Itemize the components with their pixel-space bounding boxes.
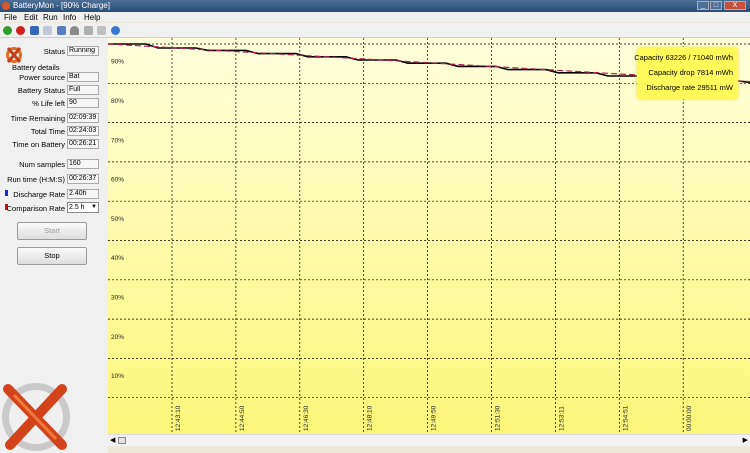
scroll-left-icon[interactable]: ◀ bbox=[110, 436, 115, 444]
x-tick-label: 12:51:30 bbox=[495, 405, 502, 431]
settings-icon[interactable] bbox=[84, 26, 93, 35]
total-time-value: 02:24:03 bbox=[67, 126, 99, 136]
status-value: Running bbox=[67, 46, 99, 56]
toolbar bbox=[0, 23, 750, 38]
num-samples-label: Num samples bbox=[19, 160, 65, 169]
start-icon[interactable] bbox=[3, 26, 12, 35]
comparison-rate-label: Comparison Rate bbox=[6, 204, 65, 213]
total-time-label: Total Time bbox=[30, 127, 65, 136]
menu-info[interactable]: Info bbox=[63, 13, 76, 22]
minimize-button[interactable]: _ bbox=[697, 1, 709, 10]
y-tick-label: 40% bbox=[111, 255, 124, 262]
x-tick-label: 12:53:11 bbox=[558, 406, 565, 431]
scroll-right-icon[interactable]: ▶ bbox=[743, 436, 748, 444]
power-source-value: Bat bbox=[67, 72, 99, 82]
life-left-label: % Life left bbox=[32, 99, 65, 108]
x-tick-label: 12:44:50 bbox=[239, 405, 246, 431]
maximize-button[interactable]: □ bbox=[710, 1, 722, 10]
app-icon bbox=[2, 2, 10, 10]
legend-capacity-drop: Capacity drop 7814 mWh bbox=[648, 68, 733, 77]
menu-help[interactable]: Help bbox=[84, 13, 100, 22]
help-icon[interactable] bbox=[111, 26, 120, 35]
life-left-value: 90 bbox=[67, 98, 99, 108]
x-tick-label: 12:43:10 bbox=[175, 405, 182, 431]
run-time-value: 00:26:37 bbox=[67, 174, 99, 184]
y-tick-label: 10% bbox=[111, 373, 124, 380]
y-tick-label: 80% bbox=[111, 98, 124, 105]
time-on-battery-value: 00:26:21 bbox=[67, 139, 99, 149]
stop-icon[interactable] bbox=[16, 26, 25, 35]
y-tick-label: 60% bbox=[111, 177, 124, 184]
y-tick-label: 20% bbox=[111, 334, 124, 341]
legend-capacity: Capacity 63226 / 71040 mWh bbox=[634, 53, 733, 62]
chevron-down-icon: ▼ bbox=[91, 204, 97, 210]
x-tick-label: 00:00:00 bbox=[686, 405, 693, 431]
scroll-thumb[interactable] bbox=[118, 437, 126, 444]
x-tick-label: 12:49:50 bbox=[431, 405, 438, 431]
menu-bar: File Edit Run Info Help bbox=[0, 12, 750, 22]
discharge-rate-value: 2.40h bbox=[67, 189, 99, 199]
time-remaining-label: Time Remaining bbox=[10, 114, 65, 123]
comparison-rate-select[interactable]: 2.5 h ▼ bbox=[67, 202, 99, 213]
status-label: Status bbox=[43, 47, 65, 56]
start-button[interactable]: Start bbox=[17, 222, 87, 240]
discharge-color-marker bbox=[5, 190, 8, 196]
discharge-rate-label: Discharge Rate bbox=[13, 190, 65, 199]
stats-legend: Capacity 63226 / 71040 mWh Capacity drop… bbox=[634, 47, 738, 99]
x-tick-label: 12:48:10 bbox=[367, 405, 374, 431]
report-icon[interactable] bbox=[43, 26, 52, 35]
x-tick-label: 12:54:51 bbox=[622, 405, 629, 431]
title-bar: BatteryMon - [90% Charge] _ □ X bbox=[0, 0, 750, 12]
power-source-label: Power source bbox=[19, 73, 65, 82]
y-tick-label: 70% bbox=[111, 137, 124, 144]
y-tick-label: 50% bbox=[111, 216, 124, 223]
time-remaining-value: 02:09:39 bbox=[67, 113, 99, 123]
options-icon[interactable] bbox=[97, 26, 106, 35]
menu-file[interactable]: File bbox=[4, 13, 17, 22]
horizontal-scrollbar[interactable]: ◀ ▶ bbox=[108, 434, 750, 446]
comparison-rate-value: 2.5 h bbox=[69, 204, 85, 211]
menu-edit[interactable]: Edit bbox=[24, 13, 38, 22]
battery-details-heading: Battery details bbox=[12, 63, 60, 72]
time-on-battery-label: Time on Battery bbox=[12, 140, 65, 149]
x-tick-label: 12:46:30 bbox=[303, 405, 310, 431]
num-samples-value: 160 bbox=[67, 159, 99, 169]
close-button[interactable]: X bbox=[724, 1, 746, 10]
menu-run[interactable]: Run bbox=[43, 13, 58, 22]
passmark-logo-icon bbox=[2, 383, 70, 451]
stop-button[interactable]: Stop bbox=[17, 247, 87, 265]
gauge-icon[interactable] bbox=[70, 26, 79, 35]
save-icon[interactable] bbox=[30, 26, 39, 35]
y-tick-label: 90% bbox=[111, 59, 124, 66]
battery-status-value: Full bbox=[67, 85, 99, 95]
y-tick-label: 30% bbox=[111, 294, 124, 301]
battery-status-label: Battery Status bbox=[17, 86, 65, 95]
run-time-label: Run time (H:M:S) bbox=[7, 175, 65, 184]
window-title: BatteryMon - [90% Charge] bbox=[13, 1, 110, 10]
legend-discharge-rate: Discharge rate 29511 mW bbox=[646, 83, 733, 92]
export-icon[interactable] bbox=[57, 26, 66, 35]
